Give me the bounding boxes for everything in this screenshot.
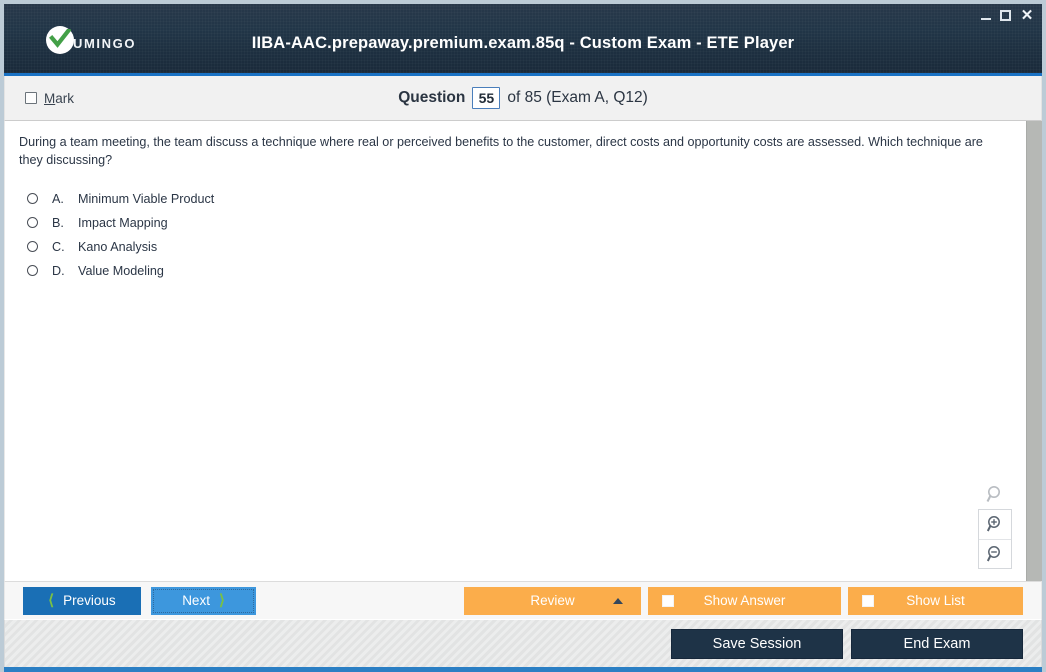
status-action-bar: Save Session End Exam [4,619,1042,667]
choice-text: Minimum Viable Product [78,191,215,206]
navigation-toolbar: ⟨ Previous Next ⟩ Review Show Answer Sho… [4,581,1042,619]
mark-checkbox-group[interactable]: Mark [25,91,74,106]
window-title: IIBA-AAC.prepaway.premium.exam.85q - Cus… [251,34,795,52]
answer-choice-a[interactable]: A. Minimum Viable Product [19,187,1012,211]
toolbar-right-group: Review Show Answer Show List [464,586,1023,615]
vertical-scrollbar[interactable] [1026,121,1042,581]
question-number-input[interactable] [472,87,501,109]
radio-icon-a[interactable] [27,193,38,205]
question-counter: Question of 85 (Exam A, Q12) [5,87,1041,109]
show-list-button-label: Show List [906,593,965,608]
review-dropdown-button[interactable]: Review [464,586,641,615]
choice-letter: A. [52,191,64,206]
choice-letter: C. [52,239,65,254]
choice-text: Impact Mapping [78,215,168,230]
title-bar: ✕ UMINGO IIBA-AAC.prepaway.premium.exam.… [4,4,1042,76]
magnifier-icon[interactable] [978,479,1012,509]
choice-text: Kano Analysis [78,239,158,254]
show-list-button[interactable]: Show List [848,586,1023,615]
question-header-bar: Mark Question of 85 (Exam A, Q12) [4,76,1042,121]
next-button-label: Next [182,593,210,608]
question-word-label: Question [398,89,466,106]
review-button-label: Review [530,593,575,608]
maximize-icon[interactable] [1000,9,1011,21]
exam-player-window: ✕ UMINGO IIBA-AAC.prepaway.premium.exam.… [0,0,1046,672]
mark-checkbox[interactable] [25,92,37,104]
radio-icon-b[interactable] [27,217,38,229]
choice-text: Value Modeling [78,263,164,278]
content-row: During a team meeting, the team discuss … [4,121,1042,581]
show-answer-button[interactable]: Show Answer [648,586,841,615]
answer-choice-c[interactable]: C. Kano Analysis [19,235,1012,259]
answer-choice-d[interactable]: D. Value Modeling [19,259,1012,283]
zoom-tool-cluster [978,479,1012,569]
show-answer-checkbox[interactable] [662,594,674,607]
zoom-out-icon[interactable] [979,539,1011,568]
previous-button[interactable]: ⟨ Previous [23,586,141,615]
show-answer-button-label: Show Answer [703,593,786,608]
question-total-label: of 85 (Exam A, Q12) [507,89,648,106]
question-content-pane: During a team meeting, the team discuss … [5,121,1026,581]
end-exam-button[interactable]: End Exam [851,628,1023,659]
close-icon[interactable]: ✕ [1020,8,1034,23]
zoom-button-stack [978,509,1012,569]
previous-button-label: Previous [63,593,116,608]
radio-icon-d[interactable] [27,265,38,277]
answer-choice-b[interactable]: B. Impact Mapping [19,211,1012,235]
choice-letter: B. [52,215,64,230]
next-button[interactable]: Next ⟩ [151,586,256,615]
minimize-icon[interactable] [981,11,991,20]
answer-choices-list: A. Minimum Viable Product B. Impact Mapp… [19,187,1012,283]
zoom-in-icon[interactable] [979,510,1011,539]
window-controls: ✕ [981,8,1034,23]
choice-letter: D. [52,263,65,278]
save-session-label: Save Session [712,635,802,652]
chevron-right-icon: ⟩ [218,592,225,609]
chevron-up-icon [613,597,623,604]
check-circle-icon [46,26,74,54]
bottom-accent-bar [4,667,1042,672]
save-session-button[interactable]: Save Session [671,628,843,659]
question-stem: During a team meeting, the team discuss … [19,135,983,167]
end-exam-label: End Exam [903,635,971,652]
chevron-left-icon: ⟨ [48,592,55,609]
mark-label: Mark [44,90,75,106]
radio-icon-c[interactable] [27,241,38,253]
show-list-checkbox[interactable] [862,594,874,607]
